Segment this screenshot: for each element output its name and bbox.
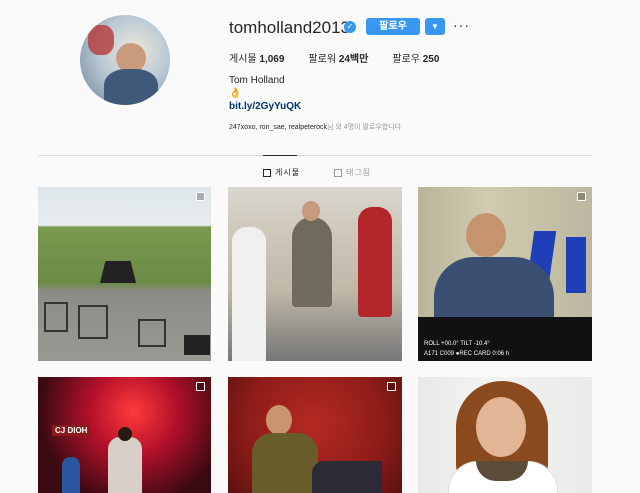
bio-emoji: 👌 <box>229 88 242 99</box>
followed-by-suffix: 님 외 4명이 팔로우합니다 <box>327 124 402 131</box>
spiderman-figure <box>62 457 80 493</box>
carousel-icon <box>196 382 205 391</box>
tag-icon <box>334 168 342 177</box>
verified-badge-icon: ✓ <box>344 21 356 33</box>
posts-label: 게시물 <box>229 54 257 65</box>
person-figure <box>232 227 266 361</box>
grid-icon <box>263 168 271 177</box>
profile-stats: 게시물 1,069 팔로워 24백만 팔로우 250 <box>229 50 439 65</box>
tent-shape <box>100 261 136 283</box>
profile-full-name: Tom Holland <box>229 75 285 86</box>
carousel-icon <box>196 192 205 201</box>
equipment-frame <box>138 319 166 347</box>
person-head <box>118 427 132 441</box>
person-head <box>302 201 320 221</box>
followers-label: 팔로워 <box>308 54 337 65</box>
stage-sign: CJ DIOH <box>52 425 91 436</box>
avatar-torso <box>104 69 158 105</box>
monitor-readout-bottom: A171 C009 ●REC CARD 0:06 h <box>424 351 509 357</box>
person-head <box>466 213 506 257</box>
person-figure <box>108 437 142 493</box>
equipment-box <box>184 335 210 355</box>
bio-link[interactable]: bit.ly/2GyYuQK <box>229 101 301 112</box>
person-torso <box>434 257 554 317</box>
posts-value: 1,069 <box>259 54 285 65</box>
spiderman-figure <box>358 207 392 317</box>
equipment-frame <box>44 302 68 332</box>
carousel-icon <box>577 192 586 201</box>
following-count[interactable]: 팔로우 250 <box>392 50 439 65</box>
follow-button[interactable]: 팔로우 <box>366 18 420 35</box>
person-face <box>476 397 526 457</box>
tab-posts[interactable]: 게시물 <box>263 167 300 178</box>
suggestions-dropdown-button[interactable]: ▼ <box>425 18 445 35</box>
followers-count[interactable]: 팔로워 24백만 <box>308 50 368 65</box>
active-tab-indicator <box>263 155 297 156</box>
person-torso <box>252 433 318 493</box>
monitor-readout-top: ROLL +00.0° TILT -10.4° <box>424 341 490 347</box>
avatar-bg-detail <box>88 25 114 55</box>
post-tile-6[interactable] <box>418 377 592 493</box>
post-tile-5[interactable] <box>228 377 402 493</box>
tabs-divider <box>38 155 592 156</box>
following-label: 팔로우 <box>392 54 420 65</box>
tab-posts-label: 게시물 <box>275 168 301 177</box>
post-tile-4[interactable]: CJ DIOH <box>38 377 211 493</box>
post-tile-2[interactable] <box>228 187 402 361</box>
post-tile-1[interactable] <box>38 187 211 361</box>
post-tile-3[interactable]: ROLL +00.0° TILT -10.4° A171 C009 ●REC C… <box>418 187 592 361</box>
posts-count: 게시물 1,069 <box>229 50 284 65</box>
person-figure <box>292 217 332 307</box>
tab-tagged[interactable]: 태그됨 <box>334 167 371 178</box>
followers-value: 24백만 <box>338 54 369 65</box>
followed-by-names: 247xoxo, ron_sae, realpeterock <box>229 124 328 131</box>
equipment-frame <box>78 305 108 339</box>
profile-username: tomholland2013 <box>229 18 350 37</box>
more-options-icon[interactable]: ··· <box>453 17 470 33</box>
following-value: 250 <box>422 54 440 65</box>
profile-avatar[interactable] <box>80 15 170 105</box>
blue-panel <box>566 237 586 293</box>
person-head <box>266 405 292 435</box>
person-legs <box>312 461 382 493</box>
video-icon <box>387 382 396 391</box>
followed-by-text[interactable]: 247xoxo, ron_sae, realpeterock님 외 4명이 팔로… <box>229 122 401 132</box>
tab-tagged-label: 태그됨 <box>346 168 372 177</box>
